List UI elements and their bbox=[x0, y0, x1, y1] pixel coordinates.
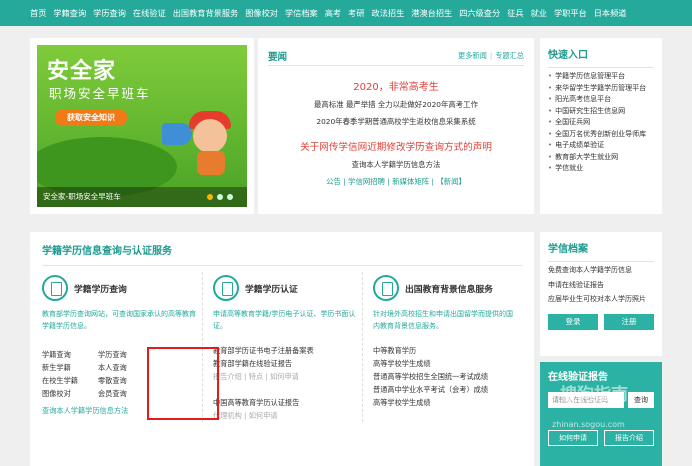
col-abroad: 出国教育背景信息服务 针对境外高校招生和申请出国留学而提供的国内教育背景信息服务… bbox=[362, 272, 522, 422]
report-intro-button[interactable]: 报告介绍 bbox=[604, 430, 654, 446]
nav-xueji[interactable]: 学籍查询 bbox=[53, 7, 86, 19]
col2-name[interactable]: 学籍学历认证 bbox=[245, 282, 298, 295]
news-links[interactable]: 公告 | 学信网招聘 | 新媒体矩阵 | 【新闻】 bbox=[268, 176, 524, 187]
document-icon bbox=[373, 275, 399, 301]
headline-1[interactable]: 2020，非常高考生 bbox=[268, 78, 524, 93]
topics-link[interactable]: 专题汇总 bbox=[495, 51, 524, 60]
col1-desc: 教育部学历查询网站，可查询国家承认的高等教育学籍学历信息。 bbox=[42, 310, 196, 330]
headline-2[interactable]: 关于网传学信网近期修改学历查询方式的声明 bbox=[268, 139, 524, 153]
slide-dot[interactable] bbox=[207, 194, 213, 200]
services-title: 学籍学历信息查询与认证服务 bbox=[42, 242, 522, 266]
how-to-apply-button[interactable]: 如何申请 bbox=[548, 430, 598, 446]
cert-link[interactable]: 教育部学历证书电子注册备案表 bbox=[213, 344, 356, 357]
quick-link[interactable]: 全国征兵网 bbox=[548, 117, 654, 129]
banner-slideshow[interactable]: 安全家 职场安全早班车 获取安全知识 安全家-职场安全早班车 bbox=[37, 45, 247, 207]
nav-archive[interactable]: 学信档案 bbox=[285, 7, 318, 19]
archive-card: 学信档案 免费查询本人学籍学历信息 申请在线验证报告 应届毕业生可校对本人学历照… bbox=[540, 232, 662, 356]
quick-link[interactable]: 教育部大学生就业网 bbox=[548, 152, 654, 164]
cartoon-character bbox=[187, 111, 235, 175]
nav-cet[interactable]: 四六级查分 bbox=[459, 7, 500, 19]
nav-japan[interactable]: 日本频道 bbox=[594, 7, 627, 19]
quick-link[interactable]: 阳光高考信息平台 bbox=[548, 94, 654, 106]
col3-name[interactable]: 出国教育背景信息服务 bbox=[405, 282, 493, 295]
quick-link[interactable]: 学籍学历信息管理平台 bbox=[548, 71, 654, 83]
more-news-link[interactable]: 更多新闻 bbox=[458, 51, 487, 60]
col-certification: 学籍学历认证 申请高等教育学籍/学历电子认证、学历书面认证。 教育部学历证书电子… bbox=[202, 272, 362, 422]
link-new-student[interactable]: 新生学籍 bbox=[42, 361, 78, 374]
banner-card: 安全家 职场安全早班车 获取安全知识 安全家-职场安全早班车 bbox=[30, 38, 254, 214]
top-nav: 首页 学籍查询 学历查询 在线验证 出国教育背景服务 图像校对 学信档案 高考 … bbox=[0, 0, 692, 26]
nav-home[interactable]: 首页 bbox=[30, 7, 46, 19]
link-in-school[interactable]: 在校生学籍 bbox=[42, 374, 78, 387]
nav-gaokao[interactable]: 高考 bbox=[325, 7, 341, 19]
nav-image[interactable]: 图像校对 bbox=[245, 7, 278, 19]
slide-dots bbox=[207, 194, 233, 200]
cert-link[interactable]: 中国高等教育学历认证报告 bbox=[213, 396, 356, 409]
register-button[interactable]: 注册 bbox=[604, 313, 654, 330]
quick-link[interactable]: 来华留学生学籍学历管理平台 bbox=[548, 83, 654, 95]
archive-line[interactable]: 免费查询本人学籍学历信息 bbox=[548, 264, 654, 277]
news-sub-3[interactable]: 查询本人学籍学历信息方法 bbox=[268, 159, 524, 170]
document-icon bbox=[42, 275, 68, 301]
nav-verify[interactable]: 在线验证 bbox=[133, 7, 166, 19]
slide-dot[interactable] bbox=[217, 194, 223, 200]
nav-jiuye[interactable]: 就业 bbox=[531, 7, 547, 19]
news-sub-2[interactable]: 2020年春季学期普通高校学生返校信息采集系统 bbox=[268, 116, 524, 127]
abroad-link[interactable]: 高等学校学生成绩 bbox=[373, 396, 516, 409]
archive-line[interactable]: 申请在线验证报告 bbox=[548, 279, 654, 292]
banner-brand: 安全家 bbox=[47, 59, 117, 84]
nav-kaoyan[interactable]: 考研 bbox=[348, 7, 364, 19]
archive-line[interactable]: 应届毕业生可校对本人学历照片 bbox=[548, 293, 654, 306]
nav-abroad[interactable]: 出国教育背景服务 bbox=[173, 7, 239, 19]
slide-dot[interactable] bbox=[227, 194, 233, 200]
highlight-box bbox=[147, 347, 219, 420]
link-xueji[interactable]: 学籍查询 bbox=[42, 348, 78, 361]
link-xueli[interactable]: 学历查询 bbox=[98, 348, 127, 361]
services-card: 学籍学历信息查询与认证服务 学籍学历查询 教育部学历查询网站，可查询国家承认的高… bbox=[30, 232, 534, 466]
nav-xuezhi[interactable]: 学职平台 bbox=[554, 7, 587, 19]
link-member[interactable]: 会员查询 bbox=[98, 387, 127, 400]
col2-desc: 申请高等教育学籍/学历电子认证、学历书面认证。 bbox=[213, 310, 356, 330]
quick-link[interactable]: 中国研究生招生信息网 bbox=[548, 106, 654, 118]
watermark-url: zhinan.sogou.com bbox=[552, 420, 625, 429]
news-card: 要闻 更多新闻 | 专题汇总 2020，非常高考生 最高标准 最严举措 全力以赴做好… bbox=[258, 38, 534, 214]
link-self[interactable]: 本人查询 bbox=[98, 361, 127, 374]
abroad-link[interactable]: 高等学校学生成绩 bbox=[373, 357, 516, 370]
nav-gat[interactable]: 港澳台招生 bbox=[411, 7, 452, 19]
cert-spacer bbox=[213, 383, 356, 396]
banner-slogan: 职场安全早班车 bbox=[49, 86, 151, 101]
certificate-icon bbox=[213, 275, 239, 301]
cert-link[interactable]: 教育部学籍在线验证报告 bbox=[213, 357, 356, 370]
col1-name[interactable]: 学籍学历查询 bbox=[74, 282, 127, 295]
quick-entry-title: 快速入口 bbox=[548, 46, 654, 68]
abroad-link[interactable]: 普通高中学业水平考试（会考）成绩 bbox=[373, 383, 516, 396]
quick-link[interactable]: 电子成绩单验证 bbox=[548, 140, 654, 152]
verify-search-button[interactable]: 查询 bbox=[628, 392, 654, 408]
news-sub-1[interactable]: 最高标准 最严举措 全力以赴做好2020年高考工作 bbox=[268, 99, 524, 110]
quick-entry-card: 快速入口 学籍学历信息管理平台 来华留学生学籍学历管理平台 阳光高考信息平台 中… bbox=[540, 38, 662, 214]
quick-link[interactable]: 学信就业 bbox=[548, 163, 654, 175]
verify-card: 在线验证报告 请输入在线验证码 查询 如何申请 报告介绍 bbox=[540, 362, 662, 466]
quick-link[interactable]: 全国万名优秀创新创业导师库 bbox=[548, 129, 654, 141]
watermark-logo: 搜狗指南 bbox=[560, 385, 628, 405]
news-title: 要闻 bbox=[268, 51, 288, 63]
nav-law[interactable]: 政法招生 bbox=[372, 7, 405, 19]
cert-sublinks[interactable]: 报告介绍 | 特点 | 如何申请 bbox=[213, 370, 356, 383]
archive-title: 学信档案 bbox=[548, 240, 654, 262]
login-button[interactable]: 登录 bbox=[548, 313, 598, 330]
link-scattered[interactable]: 零散查询 bbox=[98, 374, 127, 387]
abroad-link[interactable]: 中等教育学历 bbox=[373, 344, 516, 357]
banner-cta-button[interactable]: 获取安全知识 bbox=[55, 109, 127, 126]
nav-zhengbing[interactable]: 征兵 bbox=[507, 7, 523, 19]
nav-xueli[interactable]: 学历查询 bbox=[93, 7, 126, 19]
cert-sublinks[interactable]: 代理机构 | 如何申请 bbox=[213, 409, 356, 422]
abroad-link[interactable]: 普通高等学校招生全国统一考试成绩 bbox=[373, 370, 516, 383]
link-image-check[interactable]: 图像校对 bbox=[42, 387, 78, 400]
col3-desc: 针对境外高校招生和申请出国留学而提供的国内教育背景信息服务。 bbox=[373, 310, 513, 330]
